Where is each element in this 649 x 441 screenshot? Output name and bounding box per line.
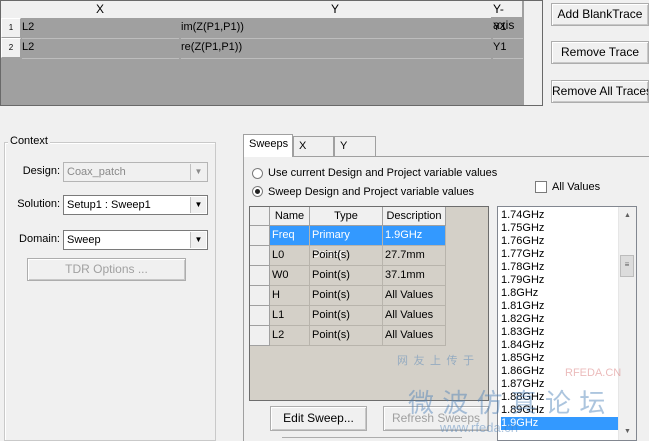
chevron-down-icon[interactable]: ▼ [190,197,206,213]
tab-y[interactable]: Y [334,136,376,156]
remove-all-traces-button[interactable]: Remove All Traces [551,80,649,103]
trace-x-cell[interactable]: L2 [22,38,179,59]
tab-sweeps[interactable]: Sweeps [243,134,293,157]
domain-combo[interactable]: Sweep ▼ [63,230,208,250]
table-row[interactable]: W0 Point(s) 37.1mm [250,266,490,286]
trace-y-cell[interactable]: re(Z(P1,P1)) [181,38,491,59]
tab-x[interactable]: X [293,136,334,156]
var-type-cell[interactable]: Primary Sweep [310,226,383,260]
list-item[interactable]: 1.8GHz [501,287,619,300]
list-item[interactable]: 1.76GHz [501,235,619,248]
all-values-checkbox[interactable] [535,181,547,193]
all-values-label[interactable]: All Values [552,181,600,193]
var-desc-cell[interactable]: All Values [383,326,446,346]
partial-button-edge [282,437,462,441]
row-header[interactable] [250,326,270,346]
context-group [4,142,216,441]
var-desc-cell[interactable]: 27.7mm [383,246,446,266]
solution-value: Setup1 : Sweep1 [67,199,151,211]
table-row[interactable]: L0 Point(s) 27.7mm [250,246,490,266]
watermark-upload-text: 网 友 上 传 于 [397,354,475,367]
col-header-description[interactable]: Description [383,207,446,226]
var-name-cell[interactable]: H [270,286,310,306]
scroll-thumb[interactable]: ≡ [620,255,634,277]
trace-x-cell[interactable]: L2 [22,18,179,39]
row-header[interactable] [250,246,270,266]
row-header[interactable] [250,266,270,286]
watermark-url: www.rfeda.cn [440,420,519,435]
list-item[interactable]: 1.77GHz [501,248,619,261]
table-corner [250,207,270,226]
grid-corner [1,1,22,19]
use-current-label[interactable]: Use current Design and Project variable … [268,167,497,179]
list-item[interactable]: 1.82GHz [501,313,619,326]
context-group-title: Context [8,135,50,147]
row-header[interactable]: 2 [1,38,21,58]
var-name-cell[interactable]: L1 [270,306,310,326]
trace-grid[interactable]: X Y Y-axis 1 L2 im(Z(P1,P1)) Y1 2 L2 re(… [0,0,543,106]
col-header-type[interactable]: Type [310,207,383,226]
trace-y-cell[interactable]: im(Z(P1,P1)) [181,18,491,39]
var-desc-cell[interactable]: 1.9GHz [383,226,446,246]
var-desc-cell[interactable]: All Values [383,306,446,326]
chevron-down-icon[interactable]: ▼ [190,232,206,248]
var-desc-cell[interactable]: 37.1mm [383,266,446,286]
design-value: Coax_patch [67,166,126,178]
sweep-variables-radio[interactable] [252,186,263,197]
var-name-cell[interactable]: W0 [270,266,310,286]
var-name-cell[interactable]: L2 [270,326,310,346]
row-header[interactable] [250,286,270,306]
domain-label: Domain: [19,233,60,245]
list-item[interactable]: 1.78GHz [501,261,619,274]
row-header[interactable] [250,306,270,326]
grid-header-yaxis[interactable]: Y-axis [491,1,523,32]
scroll-down-icon[interactable]: ▼ [619,423,636,440]
var-name-cell[interactable]: Freq [270,226,310,246]
add-blank-trace-button[interactable]: Add BlankTrace [551,3,649,26]
values-scrollbar[interactable]: ▲ ≡ ▼ [618,207,636,440]
var-type-cell[interactable]: Point(s) [310,306,383,326]
scroll-up-icon[interactable]: ▲ [619,207,636,224]
sweep-variables-label[interactable]: Sweep Design and Project variable values [268,186,474,198]
chevron-down-icon: ▼ [190,164,206,180]
grid-header-y[interactable]: Y [179,1,492,19]
design-combo: Coax_patch ▼ [63,162,208,182]
grid-header-x[interactable]: X [21,1,180,19]
watermark-forum-text: 微 波 仿 真 论 坛 [408,389,606,419]
table-row[interactable]: Freq Primary Sweep 1.9GHz [250,226,490,260]
table-row[interactable]: L1 Point(s) All Values [250,306,490,326]
solution-label: Solution: [17,198,60,210]
var-name-cell[interactable]: L0 [270,246,310,266]
table-row[interactable]: L2 Point(s) All Values [250,326,490,346]
var-type-cell[interactable]: Point(s) [310,286,383,306]
edit-sweep-button[interactable]: Edit Sweep... [270,406,367,431]
var-type-cell[interactable]: Point(s) [310,266,383,286]
list-item[interactable]: 1.85GHz [501,352,619,365]
list-item[interactable]: 1.84GHz [501,339,619,352]
var-desc-cell[interactable]: All Values [383,286,446,306]
var-type-cell[interactable]: Point(s) [310,326,383,346]
use-current-radio[interactable] [252,168,263,179]
grid-scroll-area[interactable] [523,1,542,105]
list-item[interactable]: 1.81GHz [501,300,619,313]
watermark-brand: RFEDA.CN [565,367,622,379]
row-header[interactable]: 1 [1,18,21,38]
list-item[interactable]: 1.74GHz [501,209,619,222]
domain-value: Sweep [67,234,101,246]
sweep-variables-table[interactable]: Name Type Description Freq Primary Sweep… [249,206,489,401]
list-item[interactable]: 1.75GHz [501,222,619,235]
tdr-options-button: TDR Options ... [27,258,186,281]
list-item[interactable]: 1.83GHz [501,326,619,339]
var-type-cell[interactable]: Point(s) [310,246,383,266]
solution-combo[interactable]: Setup1 : Sweep1 ▼ [63,195,208,215]
table-row[interactable]: H Point(s) All Values [250,286,490,306]
remove-trace-button[interactable]: Remove Trace [551,41,649,64]
row-header[interactable] [250,226,270,246]
design-label: Design: [22,165,60,177]
trace-axis-cell[interactable]: Y1 [493,38,523,59]
trace-axis-cell[interactable]: Y1 [493,18,523,39]
list-item[interactable]: 1.79GHz [501,274,619,287]
col-header-name[interactable]: Name [270,207,310,226]
